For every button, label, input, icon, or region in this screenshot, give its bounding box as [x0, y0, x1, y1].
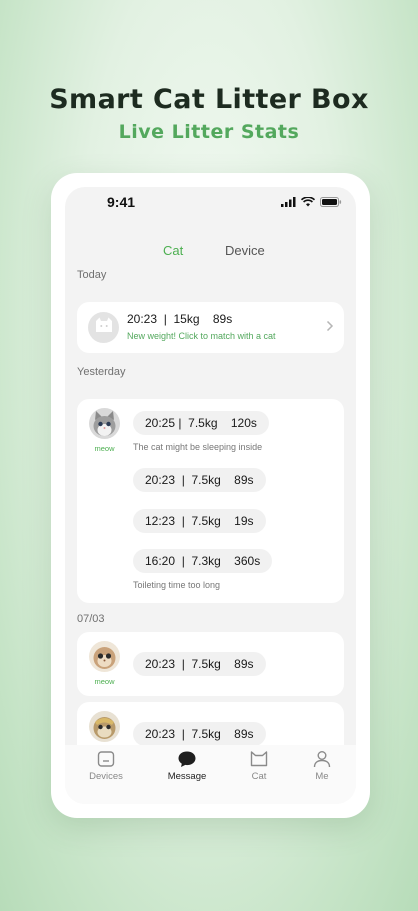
nav-me-label: Me: [315, 771, 329, 782]
phone-mockup: 9:41 Cat Device Today 20:23 | 15kg 89s N…: [51, 173, 370, 818]
section-label-date: 07/03: [77, 613, 105, 625]
date-record-card: meow 20:23 | 7.5kg 89s: [77, 632, 344, 696]
tab-cat[interactable]: Cat: [163, 243, 183, 258]
status-bar: 9:41: [65, 187, 356, 217]
devices-icon: [76, 749, 136, 769]
nav-message[interactable]: Message: [157, 749, 217, 782]
nav-me[interactable]: Me: [292, 749, 352, 782]
nav-devices[interactable]: Devices: [76, 749, 136, 782]
status-time: 9:41: [107, 194, 136, 210]
cat-avatar[interactable]: [89, 641, 120, 672]
nav-devices-label: Devices: [89, 771, 123, 782]
cellular-signal-icon: [281, 197, 296, 207]
section-label-today: Today: [77, 269, 107, 281]
nav-cat[interactable]: Cat: [229, 749, 289, 782]
chevron-right-icon: [326, 319, 334, 337]
date-record-card: meow 20:23 | 7.5kg 89s: [77, 702, 344, 745]
message-list[interactable]: Today 20:23 | 15kg 89s New weight! Click…: [65, 267, 356, 745]
record-note: Toileting time too long: [133, 580, 221, 590]
promo-subline: Live Litter Stats: [118, 121, 300, 143]
cat-name-label: meow: [94, 444, 115, 453]
cat-avatar[interactable]: [89, 711, 120, 742]
wifi-icon: [301, 197, 315, 207]
record-note: The cat might be sleeping inside: [133, 442, 263, 452]
bottom-nav: Devices Message Cat Me: [65, 745, 356, 804]
unknown-cat-avatar: [88, 312, 119, 343]
tab-device[interactable]: Device: [225, 243, 265, 258]
cat-silhouette-icon: [95, 317, 113, 338]
cat-avatar[interactable]: [89, 408, 120, 439]
yesterday-card: meow 20:25 | 7.5kg 120s The cat might be…: [77, 399, 344, 603]
today-record-summary: 20:23 | 15kg 89s: [127, 312, 233, 326]
record-pill[interactable]: 20:23 | 7.5kg 89s: [133, 722, 266, 745]
message-icon: [157, 749, 217, 769]
battery-icon: [320, 197, 342, 207]
profile-icon: [292, 749, 352, 769]
section-label-yesterday: Yesterday: [77, 366, 126, 378]
app-screen: 9:41 Cat Device Today 20:23 | 15kg 89s N…: [65, 187, 356, 804]
record-pill[interactable]: 20:23 | 7.5kg 89s: [133, 468, 266, 492]
promo-headline: Smart Cat Litter Box: [49, 84, 369, 115]
record-pill[interactable]: 16:20 | 7.3kg 360s: [133, 549, 273, 573]
nav-message-label: Message: [167, 771, 207, 782]
match-cat-prompt: New weight! Click to match with a cat: [127, 331, 276, 341]
cat-icon: [229, 749, 289, 769]
cat-name-label: meow: [94, 677, 115, 686]
record-pill[interactable]: 20:25 | 7.5kg 120s: [133, 411, 269, 435]
record-pill[interactable]: 20:23 | 7.5kg 89s: [133, 652, 266, 676]
tab-bar: Cat Device: [65, 243, 356, 263]
new-weight-card[interactable]: 20:23 | 15kg 89s New weight! Click to ma…: [77, 302, 344, 353]
nav-cat-label: Cat: [251, 771, 267, 782]
record-pill[interactable]: 12:23 | 7.5kg 19s: [133, 509, 266, 533]
